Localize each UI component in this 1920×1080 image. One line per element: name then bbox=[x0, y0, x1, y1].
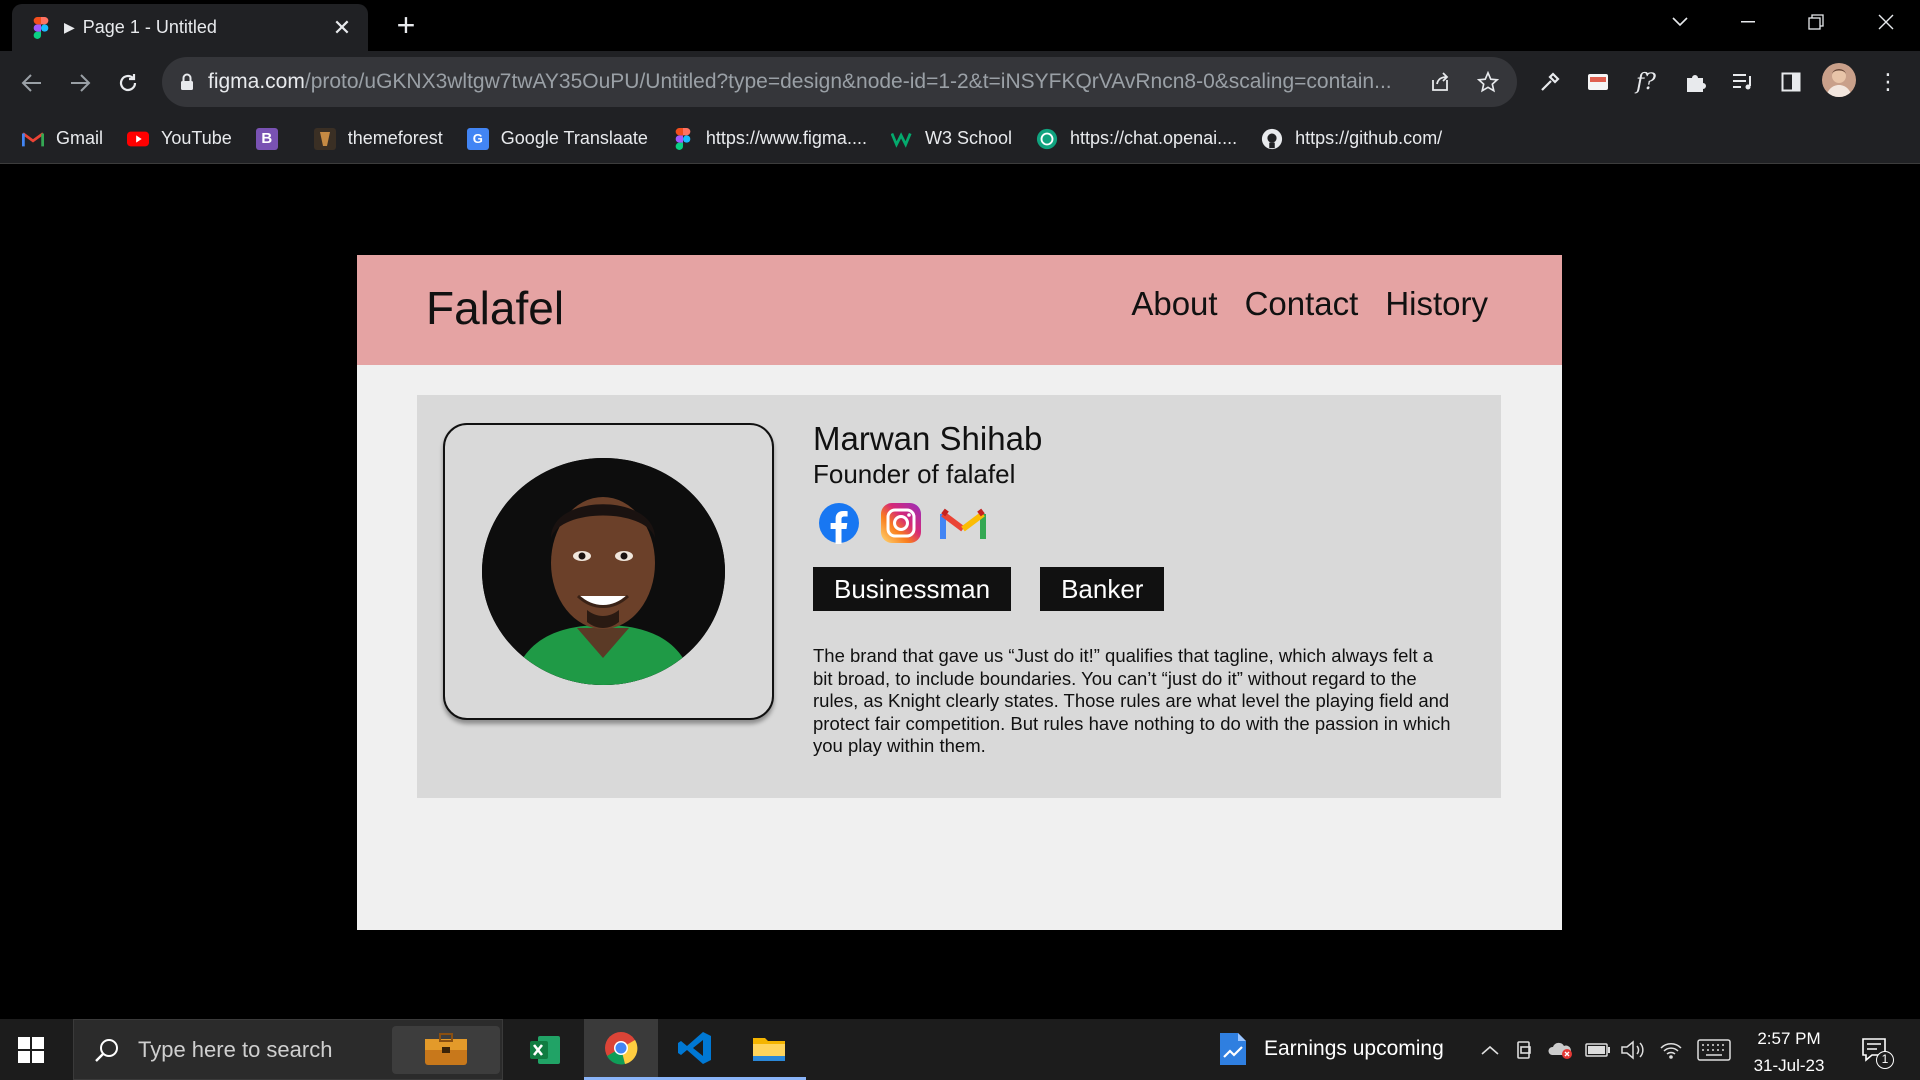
url-text: figma.com/proto/uGKNX3wltgw7twAY35OuPU/U… bbox=[208, 70, 1392, 93]
search-icon bbox=[95, 1038, 118, 1062]
share-icon[interactable] bbox=[1427, 69, 1453, 95]
profile-avatar[interactable] bbox=[1822, 63, 1856, 97]
notification-count-badge: 1 bbox=[1876, 1051, 1894, 1069]
browser-toolbar: figma.com/proto/uGKNX3wltgw7twAY35OuPU/U… bbox=[0, 51, 1920, 114]
meet-now-icon[interactable] bbox=[1512, 1037, 1538, 1063]
openai-icon bbox=[1036, 128, 1058, 149]
volume-icon[interactable] bbox=[1620, 1037, 1646, 1063]
font-finder-icon[interactable]: f? bbox=[1631, 67, 1661, 97]
tag-banker[interactable]: Banker bbox=[1040, 567, 1165, 611]
bookmark-figma[interactable]: https://www.figma.... bbox=[672, 127, 867, 150]
wifi-icon[interactable] bbox=[1658, 1037, 1684, 1063]
bootstrap-icon: B bbox=[255, 127, 278, 150]
bookmark-github[interactable]: https://github.com/ bbox=[1261, 128, 1442, 150]
nav-history[interactable]: History bbox=[1385, 285, 1488, 323]
close-tab-icon[interactable]: ✕ bbox=[330, 15, 354, 40]
tab-title: Page 1 - Untitled bbox=[82, 17, 217, 37]
tab-strip: ▶ Page 1 - Untitled ✕ + bbox=[0, 0, 1920, 51]
bookmark-themeforest[interactable]: themeforest bbox=[313, 127, 443, 150]
close-window-button[interactable] bbox=[1856, 0, 1916, 44]
photo-frame bbox=[443, 423, 774, 720]
taskbar-excel[interactable] bbox=[508, 1019, 582, 1080]
browser-menu-icon[interactable]: ⋮ bbox=[1873, 67, 1903, 97]
new-tab-button[interactable]: + bbox=[390, 9, 422, 42]
windows-start-icon[interactable] bbox=[18, 1037, 44, 1063]
w3school-icon bbox=[890, 131, 912, 148]
battery-icon[interactable] bbox=[1585, 1037, 1611, 1063]
site-header: Falafel About Contact History bbox=[357, 255, 1562, 365]
gmail-icon bbox=[22, 131, 44, 146]
taskbar-search[interactable]: Type here to search bbox=[73, 1019, 503, 1080]
site-nav: About Contact History bbox=[1131, 285, 1488, 323]
site-logo[interactable]: Falafel bbox=[426, 281, 564, 335]
profile-card: Marwan Shihab Founder of falafel Busines… bbox=[417, 395, 1501, 798]
social-links bbox=[813, 502, 989, 544]
minimize-button[interactable] bbox=[1718, 0, 1778, 44]
eyedropper-icon[interactable] bbox=[1535, 67, 1565, 97]
youtube-icon bbox=[127, 131, 150, 146]
tag-businessman[interactable]: Businessman bbox=[813, 567, 1012, 611]
taskbar-chrome[interactable] bbox=[584, 1019, 658, 1080]
bookmark-star-icon[interactable] bbox=[1475, 69, 1501, 95]
prototype-viewport: Falafel About Contact History Marwan Shi… bbox=[0, 165, 1920, 1019]
google-translate-icon: G bbox=[466, 127, 489, 150]
extensions-puzzle-icon[interactable] bbox=[1680, 67, 1710, 97]
bookmarks-bar: Gmail YouTube B themeforest G Google Tra… bbox=[0, 114, 1920, 164]
avatar bbox=[482, 458, 725, 685]
side-panel-icon[interactable] bbox=[1776, 67, 1806, 97]
bookmark-bootstrap[interactable]: B bbox=[255, 127, 290, 150]
bookmark-openai[interactable]: https://chat.openai.... bbox=[1036, 128, 1237, 150]
reload-button[interactable] bbox=[110, 65, 146, 101]
taskbar-vscode[interactable] bbox=[658, 1019, 732, 1080]
nav-about[interactable]: About bbox=[1131, 285, 1217, 323]
onedrive-error-icon[interactable] bbox=[1548, 1037, 1574, 1063]
figma-icon bbox=[33, 16, 49, 39]
themeforest-icon bbox=[313, 127, 336, 150]
tab-search-icon[interactable] bbox=[1650, 0, 1710, 44]
gmail-icon[interactable] bbox=[937, 502, 989, 544]
extension-colorpicker-icon[interactable] bbox=[1583, 67, 1613, 97]
bookmark-w3school[interactable]: W3 School bbox=[890, 128, 1012, 150]
profile-tags: Businessman Banker bbox=[813, 567, 1165, 611]
search-highlight-icon[interactable] bbox=[392, 1026, 500, 1074]
figma-icon bbox=[675, 127, 691, 150]
address-bar[interactable]: figma.com/proto/uGKNX3wltgw7twAY35OuPU/U… bbox=[162, 57, 1517, 107]
github-icon bbox=[1262, 128, 1283, 149]
nav-contact[interactable]: Contact bbox=[1245, 285, 1359, 323]
notification-center-icon[interactable]: 1 bbox=[1858, 1033, 1894, 1069]
facebook-icon[interactable] bbox=[813, 502, 865, 544]
bookmark-google-translate[interactable]: G Google Translaate bbox=[466, 127, 648, 150]
bookmark-youtube[interactable]: YouTube bbox=[127, 128, 232, 150]
media-queue-icon[interactable] bbox=[1728, 67, 1758, 97]
profile-name: Marwan Shihab bbox=[813, 420, 1043, 457]
profile-bio: The brand that gave us “Just do it!” qua… bbox=[813, 645, 1451, 756]
system-clock[interactable]: 2:57 PM 31-Jul-23 bbox=[1744, 1025, 1834, 1079]
windows-taskbar: Type here to search Earnings upcoming 2:… bbox=[0, 1019, 1920, 1080]
restore-button[interactable] bbox=[1786, 0, 1846, 44]
stock-news-icon bbox=[1220, 1033, 1246, 1065]
browser-tab[interactable]: ▶ Page 1 - Untitled ✕ bbox=[12, 4, 368, 51]
play-icon: ▶ bbox=[64, 19, 75, 35]
news-widget[interactable]: Earnings upcoming bbox=[1218, 1031, 1444, 1067]
taskbar-file-explorer[interactable] bbox=[732, 1019, 806, 1080]
forward-button[interactable] bbox=[62, 65, 98, 101]
keyboard-icon[interactable] bbox=[1696, 1037, 1732, 1063]
back-button[interactable] bbox=[14, 65, 50, 101]
profile-page-frame: Falafel About Contact History Marwan Shi… bbox=[357, 255, 1562, 930]
profile-role: Founder of falafel bbox=[813, 459, 1016, 489]
bookmark-gmail[interactable]: Gmail bbox=[22, 128, 103, 150]
show-hidden-icons-icon[interactable] bbox=[1477, 1037, 1503, 1063]
lock-icon bbox=[181, 73, 193, 90]
instagram-icon[interactable] bbox=[875, 502, 927, 544]
